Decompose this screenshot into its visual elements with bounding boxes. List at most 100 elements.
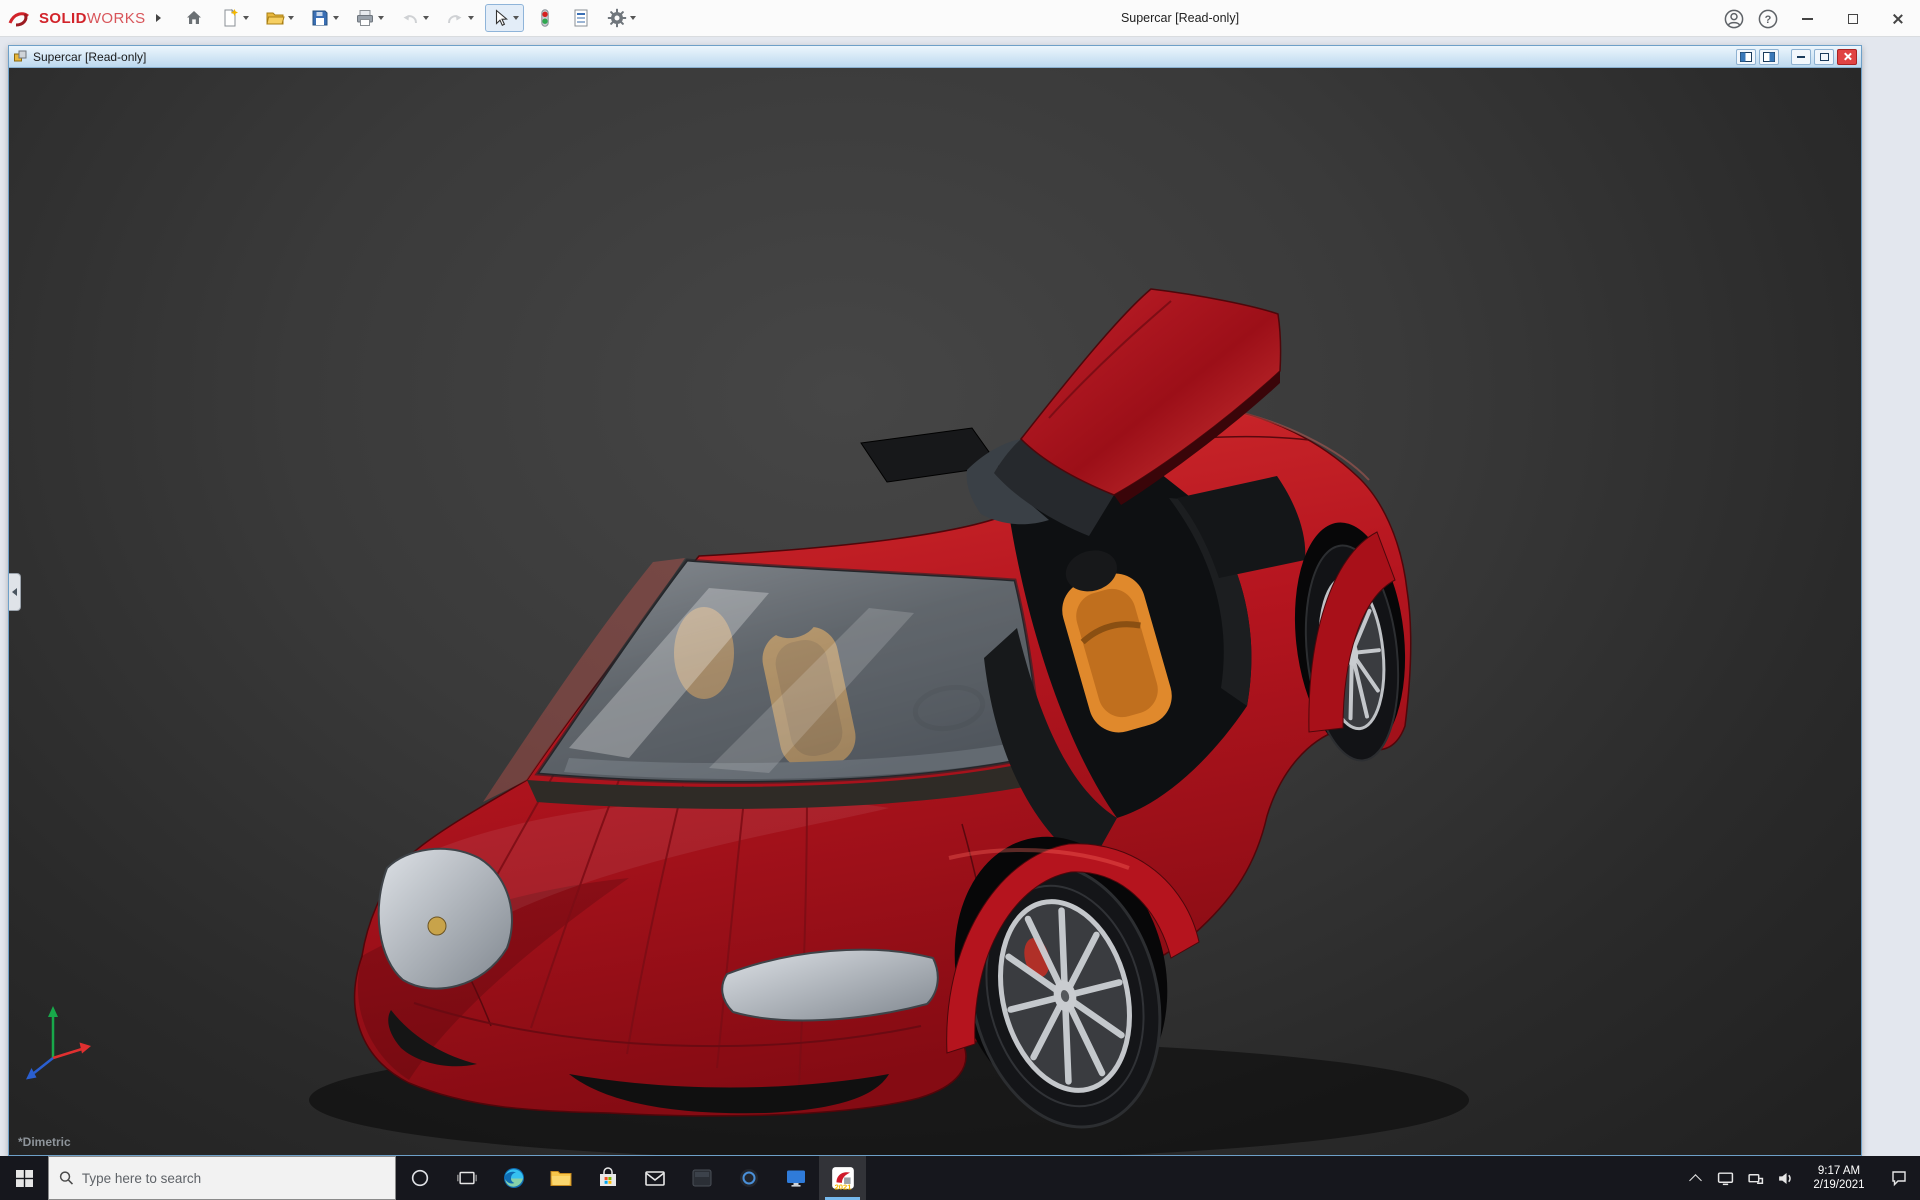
solidworks-app-icon: 2021 — [831, 1167, 854, 1191]
window-title: Supercar [Read-only] — [1120, 11, 1240, 25]
document-window[interactable]: Supercar [Read-only] *Dimetric — [8, 45, 1862, 1156]
assembly-document-icon — [14, 50, 27, 62]
volume-icon — [1778, 1172, 1791, 1184]
dropdown-caret-icon[interactable] — [512, 16, 519, 20]
dark-app-ring-icon — [739, 1169, 758, 1187]
dropdown-caret-icon[interactable] — [467, 16, 474, 20]
supercar-model[interactable] — [9, 68, 1861, 1155]
solidworks-logo-icon — [8, 11, 29, 26]
file-properties-button[interactable] — [566, 4, 596, 32]
dropdown-caret-icon[interactable] — [377, 16, 384, 20]
taskbar-clock[interactable]: 9:17 AM 2/19/2021 — [1802, 1164, 1876, 1192]
solidworks-brand: SOLIDWORKS — [0, 10, 154, 27]
microsoft-store-icon — [599, 1167, 616, 1186]
maximize-button[interactable] — [1830, 1, 1875, 37]
taskbar-empty-space — [866, 1156, 1682, 1200]
options-button[interactable] — [602, 4, 641, 32]
pinned-edge-button[interactable] — [490, 1156, 537, 1200]
dropdown-caret-icon[interactable] — [287, 16, 294, 20]
task-view-button[interactable] — [443, 1156, 490, 1200]
print-icon — [356, 10, 373, 26]
titlebar-right-controls: ? — [1717, 0, 1920, 37]
windows-taskbar: 2021 9:17 AM 2/19/2021 — [0, 1156, 1920, 1200]
save-button[interactable] — [305, 4, 344, 32]
select-cursor-icon — [495, 9, 508, 27]
menu-flyout-arrow-icon[interactable] — [155, 14, 161, 22]
document-title: Supercar [Read-only] — [33, 49, 147, 64]
brand-solid: SOLID — [39, 9, 87, 27]
close-button[interactable] — [1875, 1, 1920, 37]
tray-display-button[interactable] — [1712, 1156, 1738, 1200]
cortana-button[interactable] — [396, 1156, 443, 1200]
pinned-file-explorer-button[interactable] — [537, 1156, 584, 1200]
undo-button[interactable] — [395, 4, 434, 32]
document-restore-button[interactable] — [1814, 48, 1834, 65]
redo-icon — [447, 15, 462, 24]
pane-layout-icon — [1740, 51, 1752, 62]
select-button[interactable] — [484, 4, 524, 32]
rebuild-button[interactable] — [530, 4, 560, 32]
taskbar-search-box[interactable] — [48, 1156, 396, 1200]
document-titlebar[interactable]: Supercar [Read-only] — [9, 46, 1861, 68]
pinned-mail-button[interactable] — [631, 1156, 678, 1200]
graphics-area[interactable]: *Dimetric — [9, 68, 1861, 1155]
options-gear-icon — [607, 8, 626, 28]
pane-layout-button-1[interactable] — [1736, 48, 1756, 65]
file-properties-icon — [574, 9, 588, 27]
new-document-button[interactable] — [215, 4, 254, 32]
undo-icon — [403, 15, 417, 24]
minimize-button[interactable] — [1785, 1, 1830, 37]
windows-start-icon — [15, 1169, 33, 1187]
hidden-icons-button[interactable] — [1682, 1156, 1708, 1200]
mdi-background: Supercar [Read-only] *Dimetric — [0, 37, 1920, 1156]
search-input[interactable] — [81, 1170, 385, 1186]
minimize-icon — [1802, 17, 1813, 20]
close-icon — [1843, 52, 1852, 61]
pinned-app-button-3[interactable] — [772, 1156, 819, 1200]
file-explorer-icon — [550, 1171, 571, 1186]
minimize-icon — [1797, 55, 1805, 58]
pinned-app-button-1[interactable] — [678, 1156, 725, 1200]
search-icon — [59, 1171, 74, 1185]
home-button[interactable] — [179, 4, 209, 32]
document-minimize-button[interactable] — [1791, 48, 1811, 65]
feature-manager-collapsed-tab[interactable] — [9, 573, 21, 611]
svg-text:?: ? — [1765, 14, 1772, 26]
chevron-left-icon — [12, 588, 17, 596]
user-account-button[interactable] — [1717, 1, 1751, 37]
dropdown-caret-icon[interactable] — [242, 16, 249, 20]
new-document-icon — [224, 8, 238, 27]
application-titlebar: SOLIDWORKS Supercar [Read-only] ? — [0, 0, 1920, 37]
pane-layout-button-2[interactable] — [1759, 48, 1779, 65]
action-center-icon — [1892, 1171, 1906, 1187]
maximize-icon — [1847, 13, 1858, 24]
pinned-solidworks-button[interactable]: 2021 — [819, 1156, 866, 1200]
action-center-button[interactable] — [1880, 1156, 1918, 1200]
dropdown-caret-icon[interactable] — [422, 16, 429, 20]
home-icon — [186, 11, 201, 24]
open-button[interactable] — [260, 4, 299, 32]
tray-volume-button[interactable] — [1772, 1156, 1798, 1200]
help-icon: ? — [1758, 9, 1778, 28]
document-close-button[interactable] — [1837, 48, 1857, 65]
cortana-icon — [411, 1169, 428, 1187]
dropdown-caret-icon[interactable] — [332, 16, 339, 20]
brand-wordmark: SOLIDWORKS — [39, 10, 146, 27]
user-account-icon — [1724, 9, 1744, 28]
view-orientation-label: *Dimetric — [18, 1135, 71, 1149]
pinned-store-button[interactable] — [584, 1156, 631, 1200]
reference-triad — [26, 1006, 91, 1080]
pinned-app-button-2[interactable] — [725, 1156, 772, 1200]
dropdown-caret-icon[interactable] — [629, 16, 636, 20]
rebuild-icon — [540, 9, 549, 27]
display-icon — [1717, 1171, 1733, 1185]
start-button[interactable] — [0, 1156, 48, 1200]
print-button[interactable] — [350, 4, 389, 32]
network-icon — [1747, 1173, 1763, 1184]
chevron-up-icon — [1688, 1173, 1702, 1187]
mail-icon — [644, 1171, 665, 1186]
open-folder-icon — [265, 12, 285, 25]
tray-network-button[interactable] — [1742, 1156, 1768, 1200]
help-button[interactable]: ? — [1751, 1, 1785, 37]
redo-button[interactable] — [440, 4, 479, 32]
